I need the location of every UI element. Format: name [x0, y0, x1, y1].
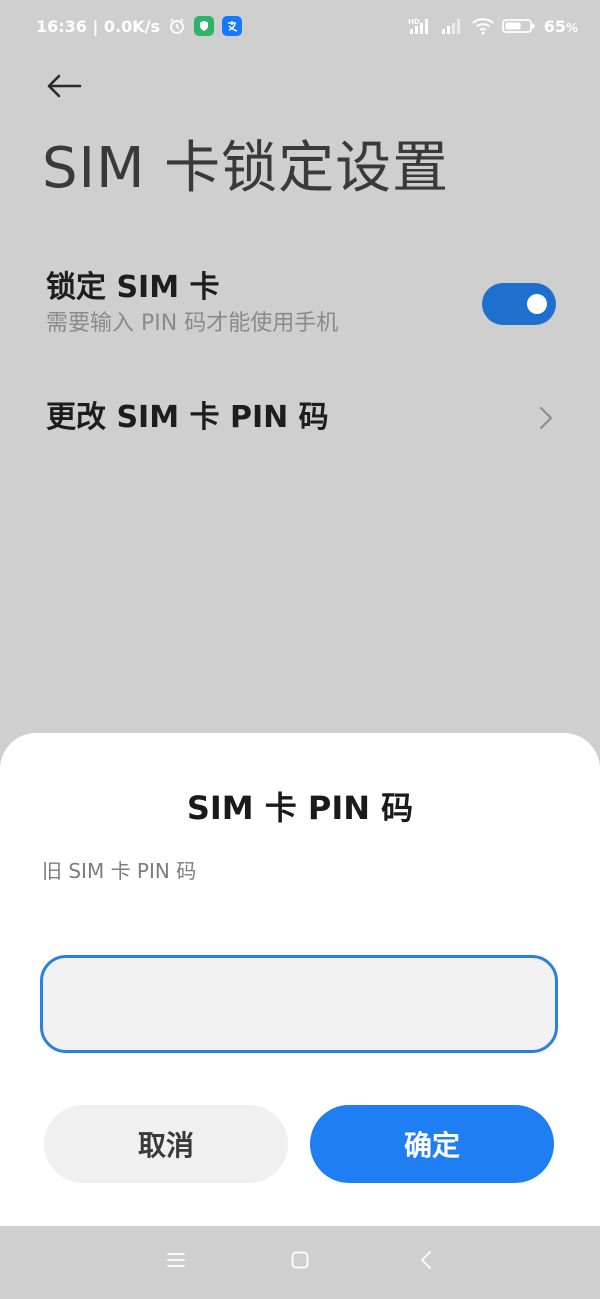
- alipay-app-icon: [222, 16, 243, 36]
- dialog-title: SIM 卡 PIN 码: [186, 789, 414, 827]
- battery-level: 65%: [543, 16, 578, 36]
- status-left: 16:36 | 0.0K/s: [36, 16, 243, 36]
- old-pin-label: 旧 SIM 卡 PIN 码: [42, 859, 197, 883]
- signal-icon: [440, 17, 464, 35]
- battery-icon: [501, 17, 536, 35]
- alarm-icon: [168, 17, 186, 35]
- hd-signal-icon: HD: [408, 17, 432, 35]
- setting-lock-sim[interactable]: 锁定 SIM 卡 需要输入 PIN 码才能使用手机: [0, 258, 600, 350]
- wifi-icon: [471, 17, 494, 35]
- page-title: SIM 卡锁定设置: [42, 136, 450, 201]
- lock-sim-subtitle: 需要输入 PIN 码才能使用手机: [46, 310, 339, 336]
- change-pin-title: 更改 SIM 卡 PIN 码: [46, 400, 329, 435]
- back-nav-button[interactable]: [402, 1240, 450, 1284]
- navigation-bar: [0, 1226, 600, 1299]
- shield-app-icon: [194, 16, 215, 36]
- setting-change-pin[interactable]: 更改 SIM 卡 PIN 码: [0, 386, 600, 450]
- chevron-right-icon: [536, 404, 556, 432]
- confirm-button[interactable]: 确定: [310, 1105, 554, 1183]
- home-icon: [290, 1250, 310, 1274]
- lock-sim-toggle[interactable]: [482, 283, 556, 325]
- menu-nav-button[interactable]: [152, 1240, 200, 1284]
- home-nav-button[interactable]: [276, 1240, 324, 1284]
- old-pin-input[interactable]: [40, 955, 558, 1053]
- lock-sim-text: 锁定 SIM 卡 需要输入 PIN 码才能使用手机: [46, 270, 338, 339]
- lock-sim-title: 锁定 SIM 卡: [46, 269, 220, 305]
- toggle-knob: [527, 294, 547, 314]
- status-bar: 16:36 | 0.0K/s HD 65%: [0, 0, 600, 52]
- status-right: HD 65%: [408, 17, 578, 36]
- svg-text:HD: HD: [408, 18, 420, 26]
- back-icon: [419, 1250, 433, 1274]
- back-button[interactable]: [40, 66, 88, 110]
- back-arrow-icon: [46, 74, 82, 102]
- status-time-speed: 16:36 | 0.0K/s: [36, 16, 161, 36]
- menu-icon: [166, 1251, 186, 1273]
- cancel-button[interactable]: 取消: [44, 1105, 288, 1183]
- pin-dialog: SIM 卡 PIN 码 旧 SIM 卡 PIN 码 取消 确定: [0, 733, 600, 1226]
